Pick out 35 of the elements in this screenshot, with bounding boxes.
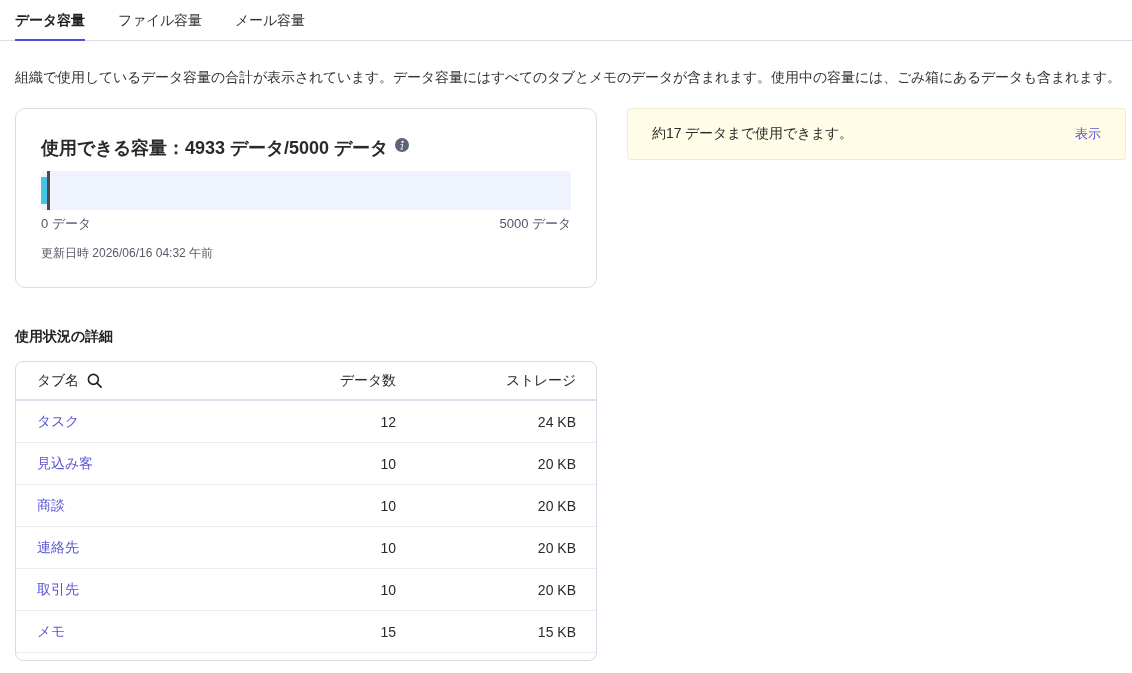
search-icon[interactable] — [87, 373, 102, 388]
updated-text: 更新日時 2026/06/16 04:32 午前 — [41, 245, 215, 261]
table-cell: 10 — [380, 581, 396, 598]
section-heading: 使用状況の詳細 — [15, 327, 114, 345]
column-header: データ数 — [340, 371, 396, 388]
table-cell: 12 — [380, 413, 396, 430]
scale-max-label: 5000 データ — [499, 215, 571, 233]
tab[interactable]: ファイル容量 — [118, 0, 202, 41]
tab-name-link[interactable]: メモ — [37, 622, 65, 641]
table-cell: 24 KB — [537, 413, 576, 430]
table-cell: 20 KB — [537, 581, 576, 598]
info-icon[interactable] — [395, 138, 410, 152]
tab-name-link[interactable]: タスク — [37, 412, 79, 431]
table-cell: 15 KB — [537, 623, 576, 640]
tab-name-link[interactable]: 取引先 — [37, 580, 79, 599]
table-cell: 15 — [380, 623, 396, 640]
tab[interactable]: データ容量 — [15, 0, 85, 41]
tab-name-link[interactable]: 商談 — [37, 496, 65, 515]
column-header: ストレージ — [506, 371, 576, 388]
table-cell: 10 — [380, 455, 396, 472]
table-cell: 10 — [380, 539, 396, 556]
column-header: タブ名 — [37, 371, 79, 390]
notice-text: 約17 データまで使用できます。 — [652, 125, 854, 143]
scale-min-label: 0 データ — [41, 215, 91, 233]
usage-marker — [47, 171, 51, 210]
table-cell: 20 KB — [537, 539, 576, 556]
show-link[interactable]: 表示 — [1075, 125, 1101, 143]
tab-name-link[interactable]: 見込み客 — [37, 454, 93, 473]
table-cell: 20 KB — [537, 497, 576, 514]
table-cell: 20 KB — [537, 455, 576, 472]
table-cell: 10 — [380, 497, 396, 514]
tab-name-link[interactable]: 連絡先 — [37, 538, 79, 557]
description-text: 組織で使用しているデータ容量の合計が表示されています。データ容量にはすべてのタブとメモのデータが含まれます。使用中の容量には、ごみ箱にあるデータも含まれます。 — [15, 68, 1117, 87]
usage-title: 使用できる容量：4933 データ/5000 データ — [41, 137, 389, 160]
tab[interactable]: メール容量 — [235, 0, 305, 41]
